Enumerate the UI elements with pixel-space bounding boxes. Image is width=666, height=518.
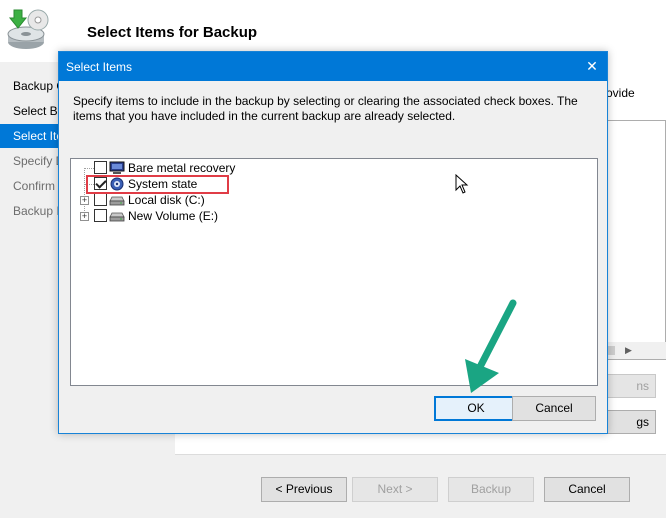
remove-items-button: ns <box>604 374 656 398</box>
step-backup-options[interactable]: Backup O <box>0 74 58 98</box>
horizontal-scrollbar[interactable]: ▶ <box>601 342 666 359</box>
tree-item-new-volume-e[interactable]: + New Volume (E:) <box>71 208 371 224</box>
local-disk-c-checkbox[interactable] <box>94 193 107 206</box>
wizard-cancel-button[interactable]: Cancel <box>544 477 630 502</box>
drive-icon <box>109 196 125 206</box>
wizard-description-text: ovide <box>606 86 635 100</box>
dialog-titlebar[interactable]: Select Items ✕ <box>59 52 607 81</box>
advanced-settings-button[interactable]: gs <box>604 410 656 434</box>
highlight-annotation-box <box>86 175 229 194</box>
wizard-items-list[interactable] <box>600 120 666 360</box>
tree-item-label: Local disk (C:) <box>128 193 205 207</box>
tree-item-bare-metal-recovery[interactable]: Bare metal recovery <box>71 160 371 176</box>
backup-disc-icon <box>7 9 49 49</box>
select-items-dialog: Select Items ✕ Specify items to include … <box>58 51 608 434</box>
tree-item-local-disk-c[interactable]: + Local disk (C:) <box>71 192 371 208</box>
new-volume-e-checkbox[interactable] <box>94 209 107 222</box>
next-button: Next > <box>352 477 438 502</box>
step-select-items[interactable]: Select Ite <box>0 124 58 148</box>
close-icon[interactable]: ✕ <box>581 56 603 76</box>
wizard-steps: Backup O Select Ba Select Ite Specify D … <box>0 74 58 224</box>
expand-plus-icon[interactable]: + <box>80 212 89 221</box>
bare-metal-icon <box>109 161 125 174</box>
wizard-title: Select Items for Backup <box>87 24 258 41</box>
bare-metal-recovery-checkbox[interactable] <box>94 161 107 174</box>
expand-plus-icon[interactable]: + <box>80 196 89 205</box>
ok-button[interactable]: OK <box>434 396 518 421</box>
step-backup-progress: Backup I <box>13 204 58 218</box>
step-confirmation: Confirm <box>13 179 56 193</box>
pointing-arrow-icon <box>465 299 517 393</box>
dialog-title: Select Items <box>66 60 133 74</box>
footer-divider <box>175 454 666 455</box>
tree-item-label: New Volume (E:) <box>128 209 219 223</box>
dialog-instructions: Specify items to include in the backup b… <box>73 94 578 123</box>
step-select-backup-config[interactable]: Select Ba <box>0 99 58 123</box>
dialog-cancel-button[interactable]: Cancel <box>512 396 596 421</box>
backup-button: Backup <box>448 477 534 502</box>
tree-item-label: Bare metal recovery <box>128 161 236 175</box>
mouse-pointer-icon <box>455 174 469 194</box>
previous-button[interactable]: < Previous <box>261 477 347 502</box>
step-specify-destination: Specify D <box>13 154 58 168</box>
scroll-right-icon[interactable]: ▶ <box>625 345 632 356</box>
drive-icon <box>109 212 125 222</box>
